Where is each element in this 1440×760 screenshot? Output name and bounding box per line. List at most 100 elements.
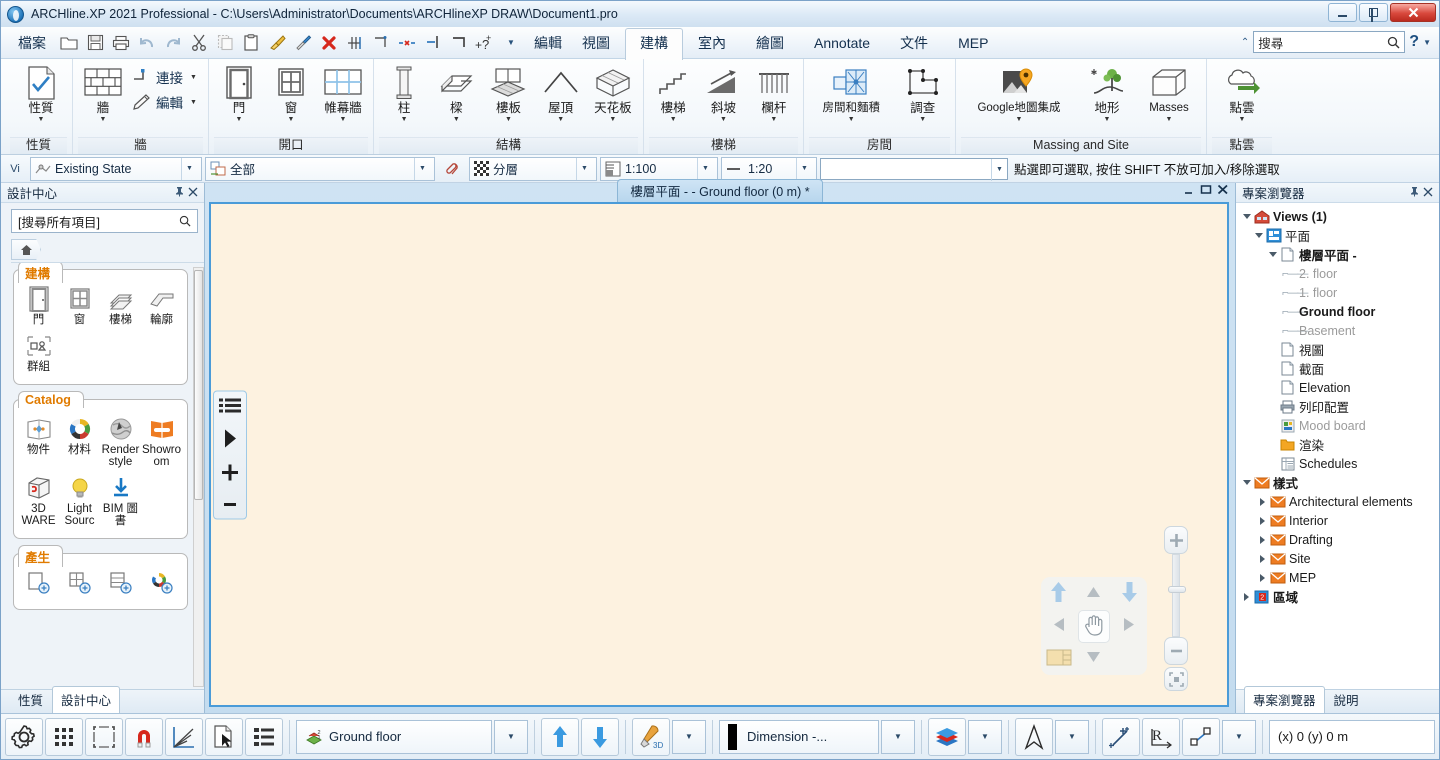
terrain-button[interactable]: 地形 ▼ (1082, 62, 1132, 124)
tree-node-plan[interactable]: 平面 (1238, 226, 1437, 245)
pin-icon[interactable] (1407, 186, 1421, 200)
state-selector[interactable]: Existing State ▼ (30, 156, 202, 181)
dc-item-add-furniture[interactable] (100, 568, 141, 598)
tree-node-floor-1[interactable]: ⌐—— 1. floor (1238, 283, 1437, 302)
zoom-out-button[interactable] (1164, 637, 1188, 665)
pin-icon[interactable] (172, 186, 186, 200)
tree-node-schedules[interactable]: Schedules (1238, 454, 1437, 473)
wall-edit-caret[interactable]: ▼ (190, 99, 197, 106)
undo-icon[interactable] (135, 31, 159, 55)
zoom-slider[interactable] (1163, 526, 1189, 691)
stairs-button[interactable]: 樓梯 ▼ (649, 62, 697, 124)
dc-item-profile[interactable]: 輪廓 (141, 284, 182, 326)
twisty-down-icon[interactable] (1252, 233, 1265, 238)
layers-button[interactable] (928, 717, 966, 756)
stairs-dropdown-caret[interactable]: ▼ (670, 116, 677, 124)
railing-dropdown-caret[interactable]: ▼ (770, 116, 777, 124)
document-minimize-button[interactable] (1183, 184, 1195, 198)
slab-dropdown-caret[interactable]: ▼ (505, 116, 512, 124)
close-icon[interactable] (1421, 186, 1435, 200)
tab-project-navigator[interactable]: 專案瀏覽器 (1244, 686, 1325, 713)
dc-item-showroom[interactable]: Showroom (141, 414, 182, 468)
arrow-up-blue-icon[interactable] (1050, 581, 1067, 606)
dc-item-light-source[interactable]: Light Sourc (59, 473, 100, 527)
tab-annotate[interactable]: Annotate (799, 28, 885, 59)
room-area-button[interactable]: 房間和麵積 ▼ (811, 62, 891, 124)
home-icon[interactable] (11, 239, 41, 260)
radius-button[interactable]: R (1142, 717, 1180, 756)
terrain-dropdown-caret[interactable]: ▼ (1104, 116, 1111, 124)
tab-documents[interactable]: 文件 (885, 28, 943, 59)
twisty-right-icon[interactable] (1240, 592, 1253, 601)
maximize-button[interactable] (1359, 3, 1388, 22)
tree-node-floor-plan[interactable]: 樓層平面 - (1238, 245, 1437, 264)
layer-selector[interactable]: 分層 ▼ (469, 156, 597, 181)
wall-edit-button[interactable]: 編輯 ▼ (130, 91, 197, 113)
tree-node-views[interactable]: Views (1) (1238, 207, 1437, 226)
print-icon[interactable] (109, 31, 133, 55)
tree-node-render[interactable]: 渲染 (1238, 435, 1437, 454)
menu-view[interactable]: 視圖 (573, 30, 619, 56)
list-properties-icon[interactable] (245, 717, 283, 756)
railing-button[interactable]: 欄杆 ▼ (750, 62, 798, 124)
tree-node-zone[interactable]: 2 區域 (1238, 587, 1437, 606)
window-button[interactable]: 窗 ▼ (266, 62, 316, 124)
zoom-slider-track[interactable] (1168, 554, 1186, 637)
tab-construction[interactable]: 建構 (625, 27, 683, 60)
grid-dots-icon[interactable] (45, 717, 83, 756)
dimension-delete-icon[interactable] (395, 31, 419, 55)
arrow-right-gray-icon[interactable] (1122, 617, 1136, 635)
masses-button[interactable]: Masses ▼ (1140, 62, 1198, 124)
pointcloud-dropdown-caret[interactable]: ▼ (1239, 116, 1246, 124)
plus-icon[interactable] (221, 463, 239, 484)
roof-button[interactable]: 屋頂 ▼ (536, 62, 586, 124)
drawing-canvas[interactable] (209, 202, 1229, 707)
layer-selector-caret[interactable]: ▼ (576, 157, 592, 180)
window-dropdown-caret[interactable]: ▼ (288, 116, 295, 124)
tree-node-section[interactable]: 截面 (1238, 359, 1437, 378)
align-icon[interactable] (343, 31, 367, 55)
snap-point-button[interactable] (1102, 717, 1140, 756)
zoom-in-button[interactable] (1164, 526, 1188, 554)
wall-connect-button[interactable]: 連接 ▼ (130, 66, 197, 88)
tree-node-interior[interactable]: Interior (1238, 511, 1437, 530)
tool-3d-caret[interactable]: ▼ (672, 719, 706, 754)
detail-scale-caret[interactable]: ▼ (796, 157, 812, 180)
dc-item-3d-warehouse[interactable]: 3D WARE (18, 473, 59, 527)
search-input[interactable]: 搜尋 (1253, 31, 1406, 53)
measure-icon[interactable] (369, 31, 393, 55)
tree-node-architectural-elements[interactable]: Architectural elements (1238, 492, 1437, 511)
plan-scale-caret[interactable]: ▼ (697, 157, 713, 180)
tree-node-site[interactable]: Site (1238, 549, 1437, 568)
dc-item-window[interactable]: 窗 (59, 284, 100, 326)
slab-button[interactable]: 樓板 ▼ (483, 62, 533, 124)
delete-red-x-icon[interactable] (317, 31, 341, 55)
design-center-scrollbar[interactable] (193, 267, 204, 687)
tree-node-mep[interactable]: MEP (1238, 568, 1437, 587)
ramp-button[interactable]: 斜坡 ▼ (699, 62, 747, 124)
magnet-snap-icon[interactable] (125, 717, 163, 756)
arrow-left-gray-icon[interactable] (1052, 617, 1066, 635)
wall-dropdown-caret[interactable]: ▼ (100, 116, 107, 124)
corner-icon[interactable] (447, 31, 471, 55)
tab-interior[interactable]: 室內 (683, 28, 741, 59)
twisty-down-icon[interactable] (1266, 252, 1279, 257)
plan-scale-selector[interactable]: 1:100 ▼ (600, 156, 718, 181)
twisty-right-icon[interactable] (1256, 497, 1269, 506)
zoom-slider-thumb[interactable] (1168, 585, 1186, 593)
dc-item-door[interactable]: 門 (18, 284, 59, 326)
dc-item-object[interactable]: 物件 (18, 414, 59, 468)
dc-item-material[interactable]: 材料 (59, 414, 100, 468)
tree-node-view[interactable]: 視圖 (1238, 340, 1437, 359)
bounding-box-icon[interactable] (85, 717, 123, 756)
dimension-style-caret[interactable]: ▼ (881, 719, 915, 754)
roof-dropdown-caret[interactable]: ▼ (557, 116, 564, 124)
link-button[interactable] (438, 157, 466, 181)
curtain-wall-button[interactable]: 帷幕牆 ▼ (318, 62, 368, 124)
dimension-style-selector[interactable]: Dimension -... (719, 719, 879, 754)
tab-properties[interactable]: 性質 (9, 686, 52, 713)
close-button[interactable] (1390, 3, 1436, 22)
cut-icon[interactable] (187, 31, 211, 55)
angle-snap-icon[interactable] (165, 717, 203, 756)
floor-up-button[interactable] (541, 717, 579, 756)
